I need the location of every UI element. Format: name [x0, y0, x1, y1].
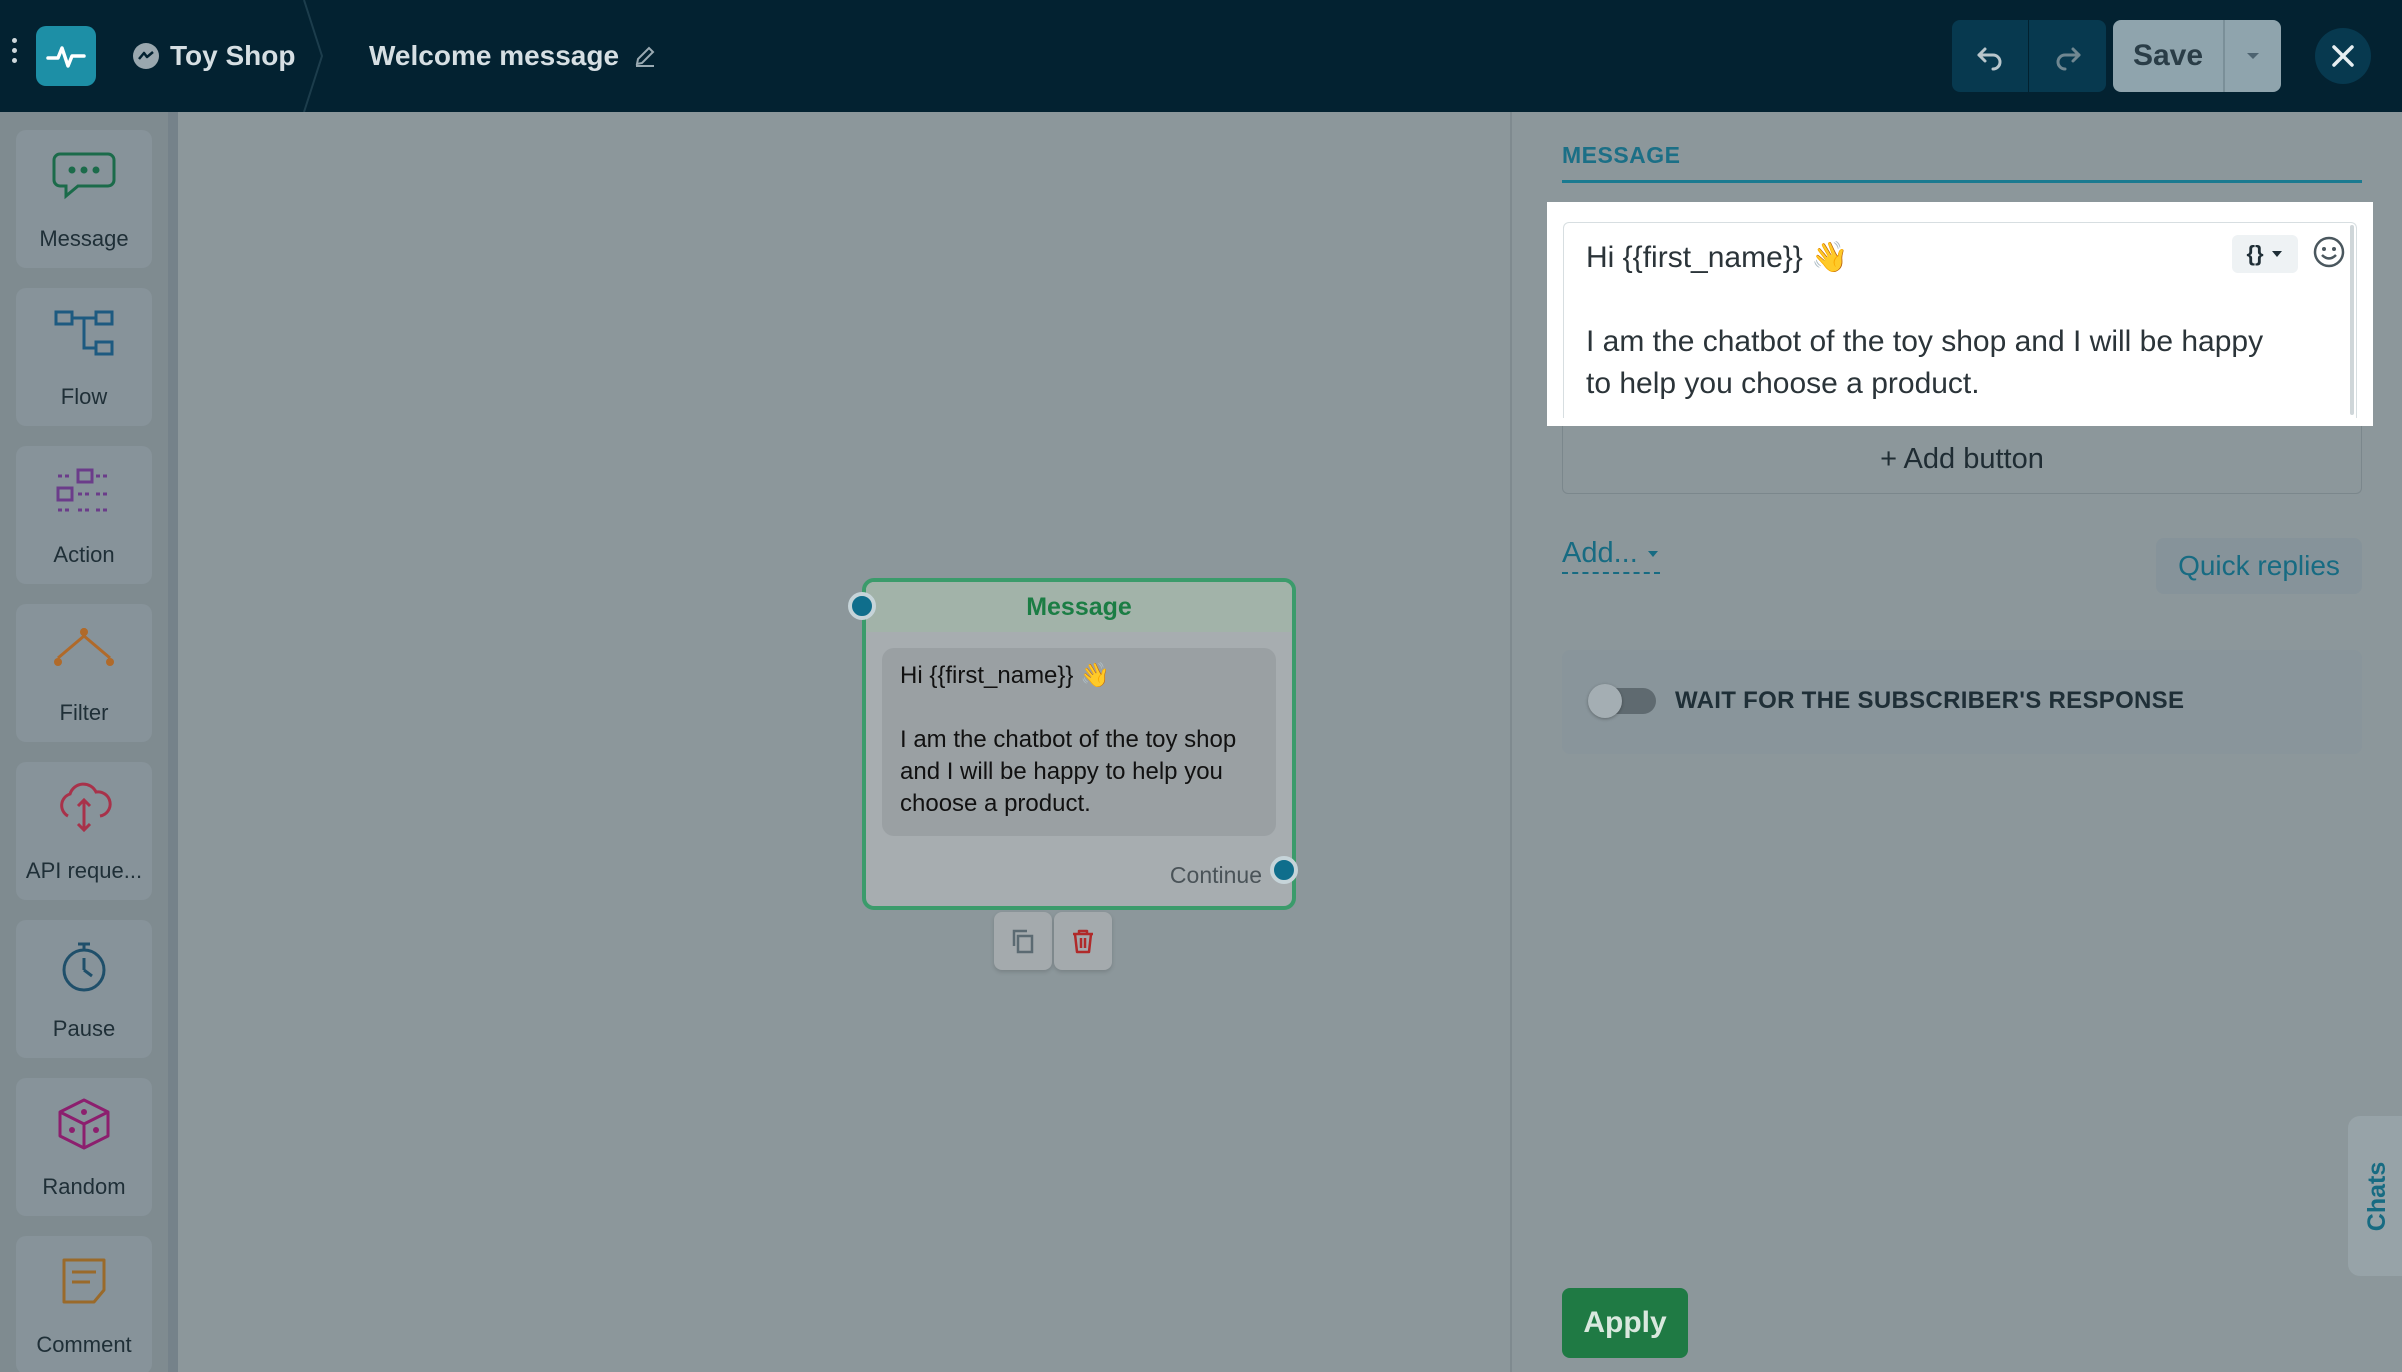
variables-label: {} [2246, 241, 2264, 266]
palette-item-label: Message [39, 226, 129, 251]
add-menu-label: Add... [1562, 537, 1638, 569]
close-button[interactable] [2315, 28, 2371, 84]
flow-title[interactable]: Welcome message [369, 34, 657, 78]
chats-tab-label: Chats [2363, 1161, 2392, 1231]
app-logo-icon[interactable] [36, 26, 96, 86]
chevron-down-icon [2247, 53, 2259, 59]
edit-pencil-icon[interactable] [633, 44, 657, 68]
duplicate-node-button[interactable] [994, 912, 1052, 970]
palette-item-filter[interactable]: Filter [16, 604, 152, 742]
action-icon [56, 468, 108, 512]
timer-icon [62, 942, 106, 992]
message-editor-text[interactable]: Hi {{first_name}} 👋 I am the chatbot of … [1586, 237, 2266, 405]
message-text-editor[interactable]: Hi {{first_name}} 👋 I am the chatbot of … [1563, 222, 2357, 418]
message-bubble-icon [52, 152, 116, 200]
sidebar-resize-handle[interactable] [168, 112, 178, 1372]
api-request-icon [60, 782, 112, 833]
insert-variable-button[interactable]: {} [2232, 235, 2298, 273]
dice-icon [58, 1098, 110, 1150]
tab-message[interactable]: MESSAGE [1562, 142, 1681, 169]
breadcrumb-separator [303, 0, 324, 112]
palette-item-flow[interactable]: Flow [16, 288, 152, 426]
redo-button[interactable] [2029, 20, 2106, 92]
add-content-menu[interactable]: Add... [1562, 537, 1660, 574]
emoji-icon[interactable] [2312, 235, 2346, 269]
close-icon [2332, 45, 2354, 67]
copy-icon [1012, 929, 1034, 954]
apply-button[interactable]: Apply [1562, 1288, 1688, 1358]
delete-node-button[interactable] [1054, 912, 1112, 970]
save-button[interactable]: Save [2113, 20, 2223, 92]
top-bar: Toy Shop Welcome message Save [0, 0, 2402, 112]
node-output-port[interactable] [1270, 856, 1298, 884]
redo-icon [2056, 47, 2080, 71]
flow-title-text: Welcome message [369, 40, 620, 71]
properties-panel: MESSAGE Hi {{first_name}} 👋 I am the cha… [1510, 112, 2402, 1372]
palette-item-api-request[interactable]: API reque... [16, 762, 152, 900]
history-controls [1952, 20, 2106, 92]
node-input-port[interactable] [848, 592, 876, 620]
palette-item-comment[interactable]: Comment [16, 1236, 152, 1372]
palette-item-pause[interactable]: Pause [16, 920, 152, 1058]
message-node[interactable]: Message Hi {{first_name}} 👋 I am the cha… [862, 578, 1296, 910]
node-message-bubble: Hi {{first_name}} 👋 I am the chatbot of … [882, 648, 1276, 836]
flow-canvas[interactable]: Message Hi {{first_name}} 👋 I am the cha… [178, 112, 1510, 1372]
comment-icon [62, 1258, 106, 1304]
save-options-button[interactable] [2223, 20, 2281, 92]
chevron-down-icon [2271, 251, 2282, 257]
flow-icon [54, 310, 114, 356]
messenger-icon [133, 43, 159, 69]
node-continue-label: Continue [1169, 862, 1262, 888]
palette-item-label: Action [53, 542, 115, 567]
undo-button[interactable] [1952, 20, 2029, 92]
trash-icon [1073, 929, 1093, 954]
palette-item-random[interactable]: Random [16, 1078, 152, 1216]
undo-icon [1977, 47, 2002, 71]
wait-response-toggle[interactable] [1588, 684, 1656, 718]
palette-item-label: Pause [52, 1016, 116, 1041]
message-editor-highlight: Hi {{first_name}} 👋 I am the chatbot of … [1547, 202, 2373, 426]
node-title: Message [866, 582, 1292, 632]
project-breadcrumb[interactable]: Toy Shop [132, 34, 295, 78]
block-palette: Message Flow Action Filter API reque... … [0, 112, 168, 1372]
wait-response-setting: WAIT FOR THE SUBSCRIBER'S RESPONSE [1562, 650, 2362, 754]
palette-item-message[interactable]: Message [16, 130, 152, 268]
chevron-down-icon [1647, 550, 1658, 557]
palette-item-action[interactable]: Action [16, 446, 152, 584]
tab-underline [1562, 180, 2362, 183]
filter-icon [54, 628, 114, 666]
node-message-text: Hi {{first_name}} 👋 I am the chatbot of … [900, 662, 1237, 817]
add-button-button[interactable]: + Add button [1562, 426, 2362, 494]
palette-item-label: Random [42, 1174, 126, 1199]
save-split-button: Save [2113, 20, 2281, 92]
palette-item-label: Flow [60, 384, 108, 409]
palette-item-label: Filter [59, 700, 109, 725]
palette-item-label: Comment [36, 1332, 132, 1357]
editor-scrollbar[interactable] [2350, 225, 2354, 415]
chats-tab[interactable]: Chats [2348, 1116, 2402, 1276]
more-menu-icon[interactable] [8, 38, 20, 74]
wait-response-label: WAIT FOR THE SUBSCRIBER'S RESPONSE [1675, 687, 2185, 714]
palette-item-label: API reque... [25, 858, 143, 883]
project-name: Toy Shop [170, 40, 296, 71]
quick-replies-button[interactable]: Quick replies [2156, 538, 2362, 594]
